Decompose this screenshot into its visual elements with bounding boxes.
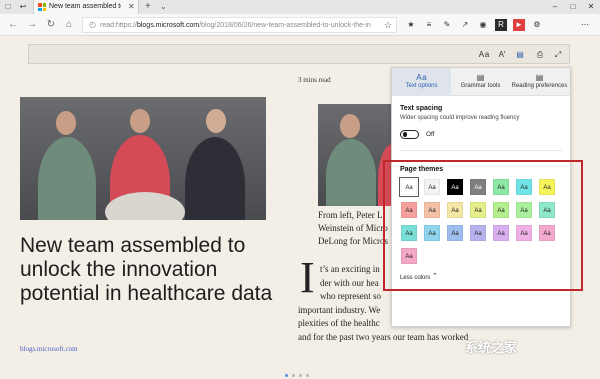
reading-time: 3 mins read	[298, 76, 331, 84]
maximize-icon[interactable]: □	[564, 0, 582, 14]
address-bar[interactable]: ◴ read:https://blogs.microsoft.com/blog/…	[82, 17, 397, 33]
text-spacing-description: Wider spacing could improve reading flue…	[400, 115, 520, 121]
tracker-icon[interactable]: ◉	[477, 19, 489, 31]
panel-tabs: A a Text options ▤ Grammar tools ▤ Readi…	[392, 68, 570, 96]
favorites-icon[interactable]: ★	[405, 19, 417, 31]
divider	[400, 150, 562, 151]
forward-icon[interactable]: →	[26, 19, 38, 31]
title-bar: □ ↩ New team assembled to ✕ + ⌄ – □ ✕	[0, 0, 600, 14]
text-spacing-title: Text spacing	[400, 105, 443, 112]
address-text: read:https://blogs.microsoft.com/blog/20…	[100, 22, 371, 29]
watermark: 系统之家	[465, 340, 518, 355]
window-icon[interactable]: □	[3, 2, 13, 12]
reading-preferences-icon: ▤	[535, 73, 544, 82]
more-icon[interactable]: ⋯	[579, 19, 591, 31]
ext-1-icon[interactable]: R	[495, 19, 507, 31]
print-icon[interactable]: ⎙	[534, 49, 546, 61]
pen-icon[interactable]: ✎	[441, 19, 453, 31]
minimize-icon[interactable]: –	[546, 0, 564, 14]
read-aloud-icon[interactable]: A′	[496, 49, 508, 61]
tab-menu-icon[interactable]: ⌄	[160, 1, 167, 13]
learning-tools-icon[interactable]: ▤	[514, 49, 526, 61]
microsoft-logo-icon	[38, 3, 46, 11]
back-icon[interactable]: ←	[7, 19, 19, 31]
ext-2-icon[interactable]: ►	[513, 19, 525, 31]
home-icon[interactable]: ⌂	[63, 19, 75, 31]
toggle-state-label: Off	[426, 131, 435, 138]
text-options-icon: A a	[416, 73, 427, 82]
highlight-box	[383, 160, 583, 291]
refresh-icon[interactable]: ↻	[45, 19, 57, 31]
tab-title: New team assembled to	[49, 3, 121, 10]
tab-active[interactable]: New team assembled to ✕	[33, 0, 139, 14]
reading-view-icon: ◴	[89, 20, 96, 29]
article-photo	[20, 97, 266, 220]
grammar-tools-icon: ▤	[476, 73, 485, 82]
tab-text-options[interactable]: A a Text options	[392, 68, 451, 96]
article-source[interactable]: blogs.microsoft.com	[20, 345, 78, 354]
new-tab-icon[interactable]: +	[145, 1, 151, 13]
share-icon[interactable]: ↗	[459, 19, 471, 31]
close-tab-icon[interactable]: ✕	[128, 2, 135, 12]
text-spacing-toggle[interactable]	[400, 130, 419, 139]
text-options-icon[interactable]: A a	[478, 49, 490, 61]
tab-reading-preferences[interactable]: ▤ Reading preferences	[510, 68, 569, 96]
ext-3-icon[interactable]: ⚙	[531, 19, 543, 31]
reading-toolbar: A a A′ ▤ ⎙ ⤢	[28, 44, 570, 64]
page-indicator[interactable]	[285, 364, 313, 379]
fullscreen-icon[interactable]: ⤢	[552, 49, 564, 61]
navigation-bar: ← → ↻ ⌂ ◴ read:https://blogs.microsoft.c…	[0, 14, 600, 36]
tab-grammar-tools[interactable]: ▤ Grammar tools	[451, 68, 510, 96]
reading-list-icon[interactable]: ≡	[423, 19, 435, 31]
favorite-star-icon[interactable]: ☆	[384, 20, 392, 30]
back-tab-icon[interactable]: ↩	[18, 2, 28, 12]
close-window-icon[interactable]: ✕	[582, 0, 600, 14]
article-title: New team assembled to unlock the innovat…	[20, 234, 273, 305]
